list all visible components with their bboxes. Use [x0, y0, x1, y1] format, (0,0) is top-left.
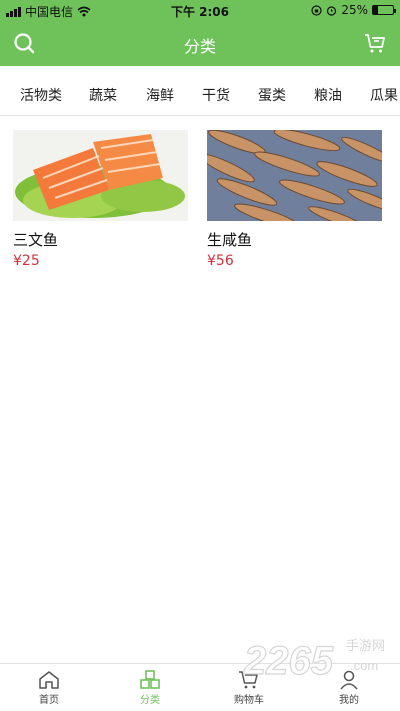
rotation-lock-icon	[311, 4, 322, 16]
watermark-logo: 2265 手游网 .com	[242, 626, 392, 686]
status-bar: 中国电信 下午 2:06 25%	[0, 0, 400, 20]
tab-vegetables[interactable]: 蔬菜	[89, 85, 117, 105]
tab-dried-goods[interactable]: 干货	[202, 85, 230, 105]
tab-fruit[interactable]: 瓜果	[370, 85, 398, 105]
product-card[interactable]: 三文鱼 ¥25	[13, 130, 188, 269]
home-icon	[39, 671, 59, 689]
tabbar-mine-label: 我的	[339, 695, 359, 706]
category-icon	[140, 670, 160, 689]
tabbar-home-label: 首页	[39, 695, 59, 706]
tabbar-home[interactable]: 首页	[9, 670, 89, 706]
tab-eggs[interactable]: 蛋类	[258, 85, 286, 105]
alarm-icon	[327, 5, 337, 16]
status-right: 25%	[311, 3, 396, 17]
product-name[interactable]: 生咸鱼	[207, 229, 382, 250]
top-nav-bar: 分类	[0, 20, 400, 66]
product-card[interactable]: 生咸鱼 ¥56	[207, 130, 382, 269]
category-tabs: 活物类 蔬菜 海鲜 干货 蛋类 粮油 瓜果	[0, 66, 400, 116]
tab-live[interactable]: 活物类	[20, 85, 62, 105]
page-title: 分类	[183, 37, 216, 56]
tab-seafood[interactable]: 海鲜	[146, 85, 174, 105]
watermark-sub: 手游网	[346, 639, 385, 654]
tabbar-category-label: 分类	[140, 695, 160, 706]
product-image-salmon[interactable]	[13, 130, 188, 221]
product-price: ¥56	[207, 253, 234, 269]
watermark-url: .com	[350, 658, 378, 673]
battery-icon	[372, 5, 396, 15]
watermark-number: 2265	[243, 639, 334, 683]
product-price: ¥25	[13, 253, 40, 269]
tabbar-cart-label: 购物车	[234, 695, 264, 706]
tab-grain-oil[interactable]: 粮油	[314, 85, 342, 105]
product-name[interactable]: 三文鱼	[13, 229, 188, 250]
battery-percent: 25%	[341, 3, 368, 17]
product-image-salted-fish[interactable]	[207, 130, 382, 221]
tabbar-category[interactable]: 分类	[110, 670, 190, 706]
cart-icon[interactable]	[364, 32, 386, 54]
